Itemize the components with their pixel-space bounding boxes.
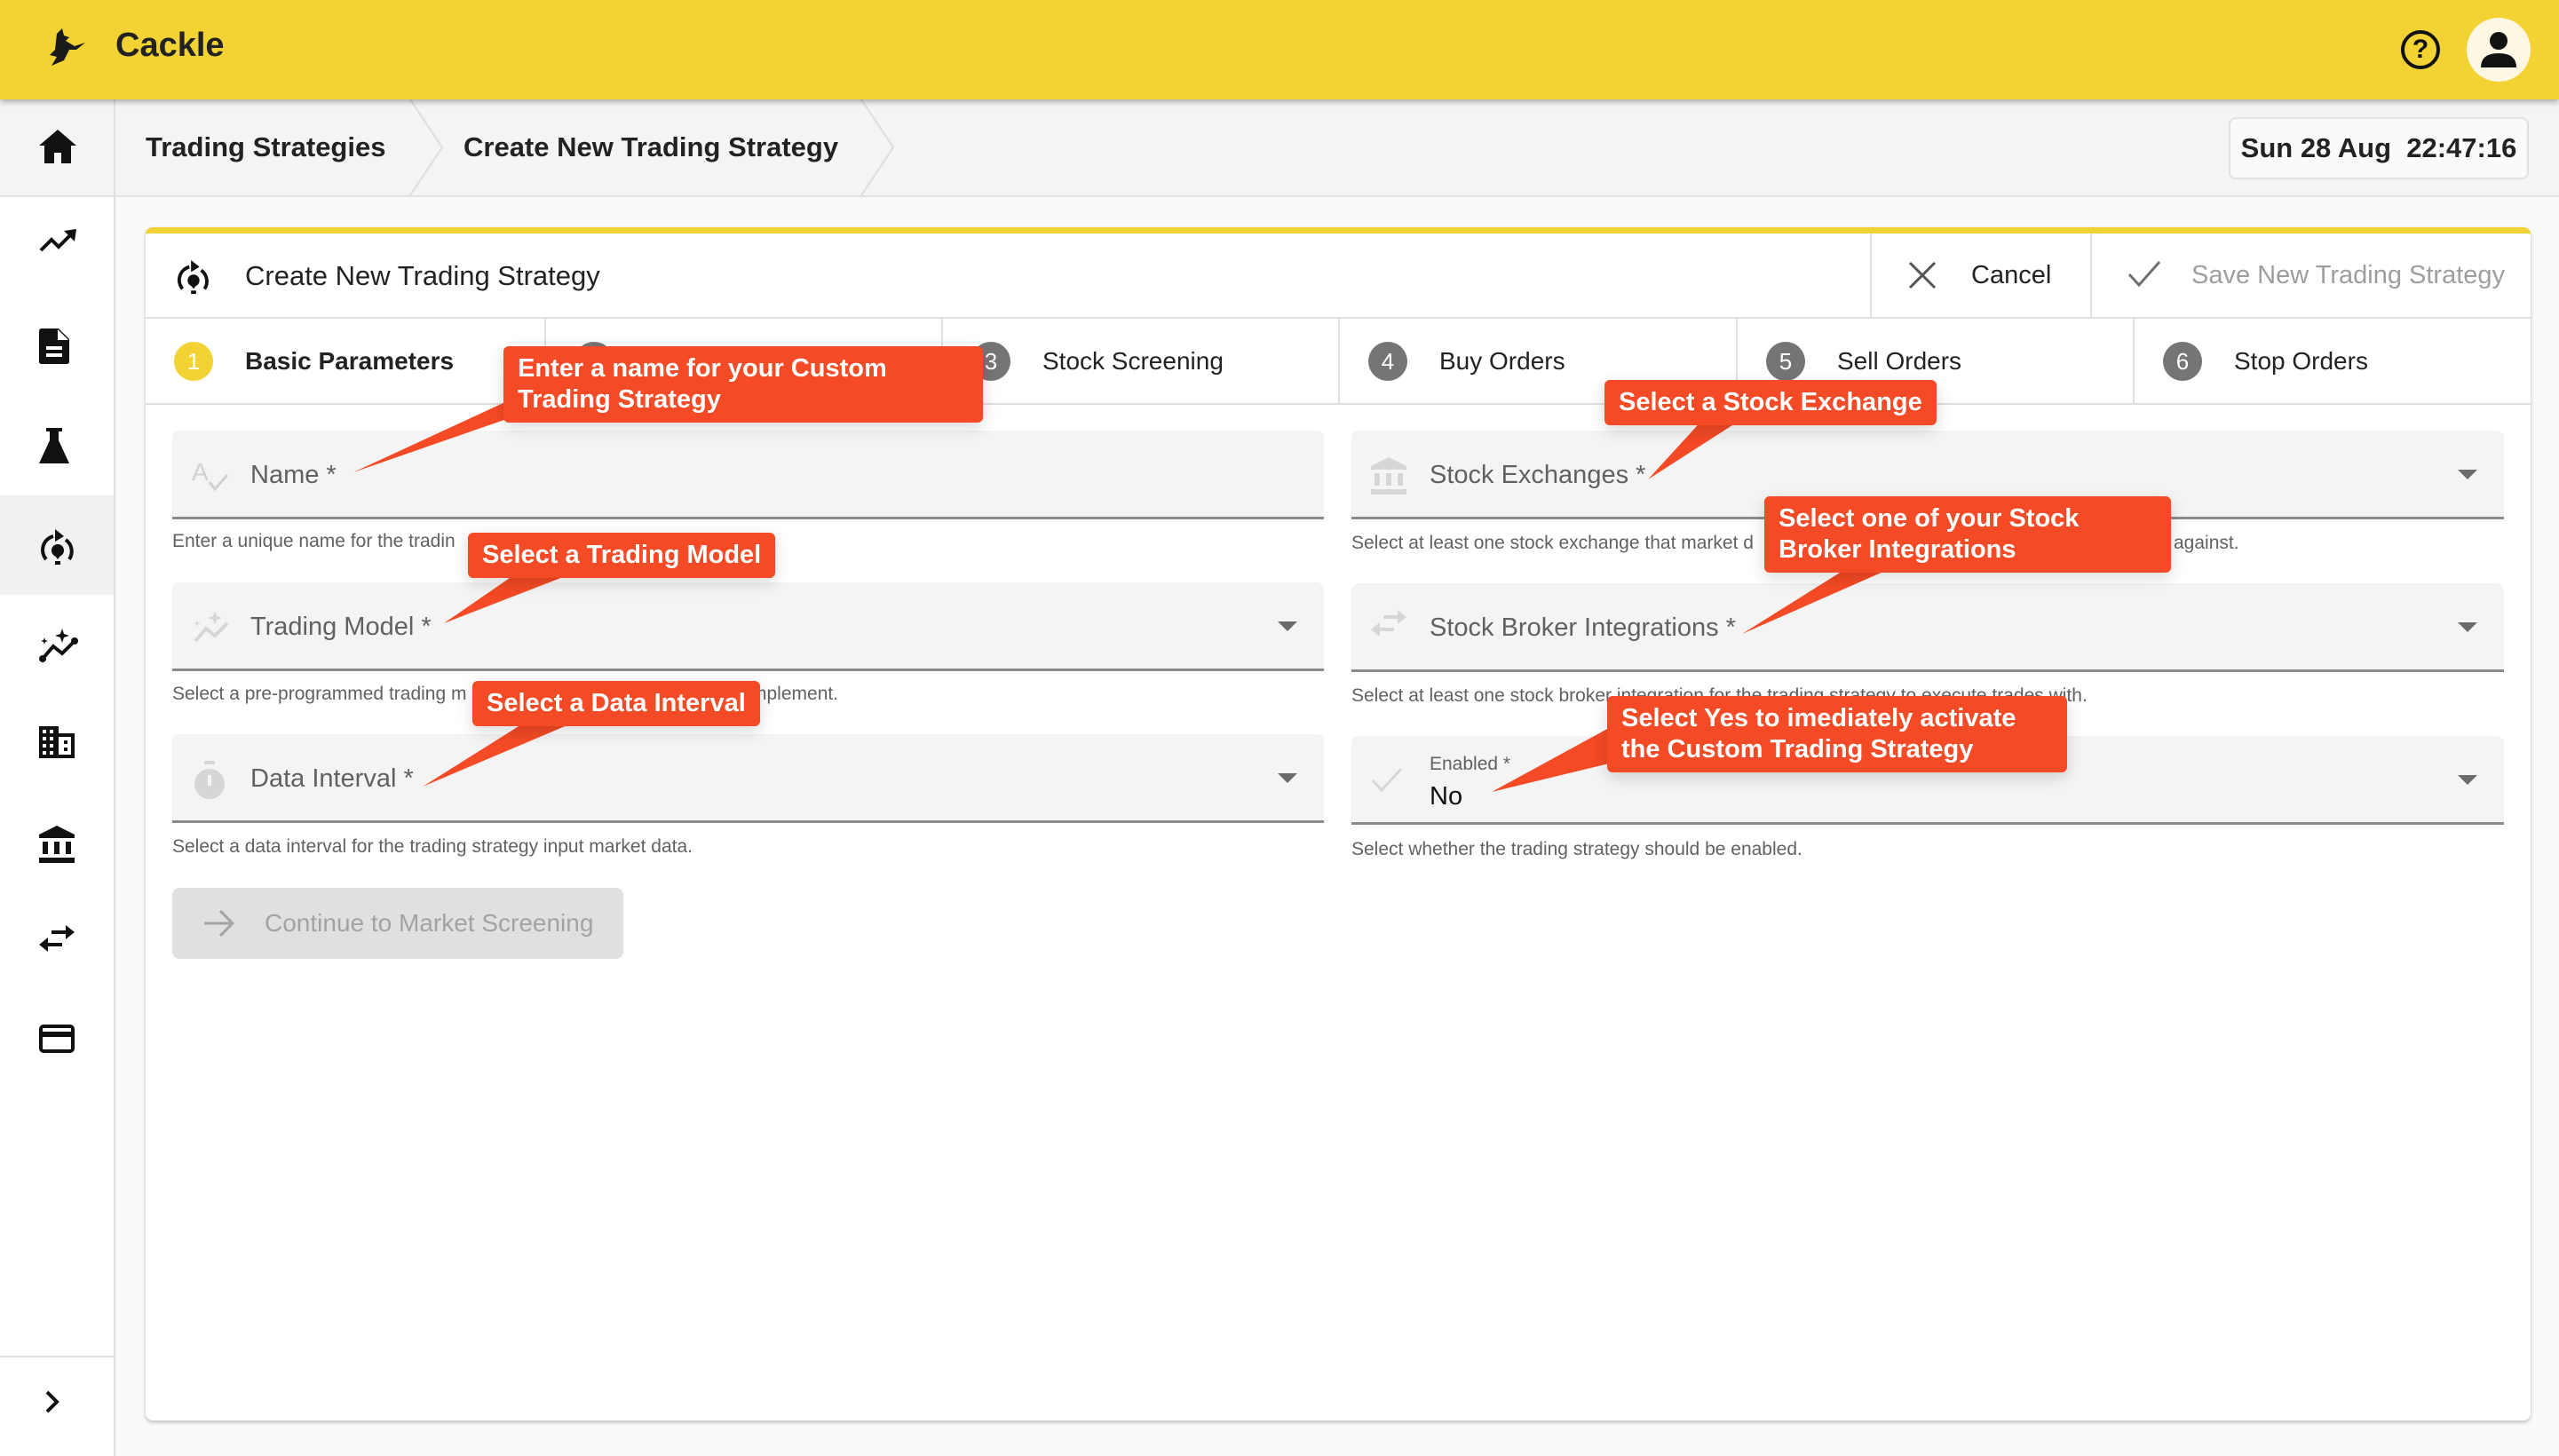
continue-to-market-screening-button[interactable]: Continue to Market Screening <box>172 888 623 959</box>
data-interval-helper-text: Select a data interval for the trading s… <box>172 836 693 857</box>
trading-model-select[interactable]: Trading Model * <box>172 582 1324 671</box>
swap-arrows-icon <box>1371 610 1406 637</box>
ai-chart-sparkle-icon <box>39 629 78 662</box>
sidebar-item-trending[interactable] <box>0 197 114 297</box>
trading-model-helper-text-end: mplement. <box>751 684 839 704</box>
enabled-value: No <box>1430 782 1463 811</box>
flask-icon <box>39 428 69 463</box>
sidebar-item-backtesting[interactable] <box>0 396 114 495</box>
svg-text:A: A <box>192 458 209 486</box>
strategy-lightbulb-cycle-icon <box>178 260 209 295</box>
credit-card-icon <box>39 1025 75 1053</box>
step-number: 6 <box>2163 342 2202 381</box>
cackle-logo-icon[interactable] <box>25 16 92 83</box>
enabled-helper-text: Select whether the trading strategy shou… <box>1351 839 1802 859</box>
breadcrumb-create-new-trading-strategy[interactable]: Create New Trading Strategy <box>463 99 838 195</box>
step-label: Stock Screening <box>1042 347 1224 375</box>
card-title: Create New Trading Strategy <box>245 260 600 291</box>
trading-model-label: Trading Model * <box>250 613 432 641</box>
bank-icon <box>39 826 75 863</box>
breadcrumb-bar: Trading Strategies Create New Trading St… <box>0 99 2559 197</box>
save-label: Save New Trading Strategy <box>2191 261 2506 289</box>
callout-trading-model: Select a Trading Model <box>468 533 776 578</box>
clock-display: Sun 28 Aug 22:47:16 <box>2229 117 2529 179</box>
dropdown-arrow-icon <box>2458 622 2477 632</box>
sidebar-nav <box>0 197 115 1456</box>
dropdown-arrow-icon <box>1278 773 1297 783</box>
callout-data-interval: Select a Data Interval <box>472 681 760 726</box>
dropdown-arrow-icon <box>2458 470 2477 479</box>
ai-chart-sparkle-icon <box>194 611 229 643</box>
enabled-label: Enabled * <box>1430 754 1511 774</box>
breadcrumb-separator-icon <box>409 99 444 195</box>
sidebar-expand-button[interactable] <box>0 1357 114 1456</box>
dropdown-arrow-icon <box>2458 775 2477 785</box>
account-icon <box>2481 32 2516 67</box>
document-icon <box>39 328 69 364</box>
breadcrumb-separator-icon <box>860 99 895 195</box>
step-label: Buy Orders <box>1439 347 1565 375</box>
save-new-trading-strategy-button[interactable]: Save New Trading Strategy <box>2090 233 2531 317</box>
building-icon <box>39 726 75 758</box>
stock-broker-integrations-label: Stock Broker Integrations * <box>1430 613 1736 642</box>
dropdown-arrow-icon <box>1278 621 1297 631</box>
sidebar-item-documents[interactable] <box>0 297 114 396</box>
home-icon <box>39 130 76 163</box>
top-app-bar: Cackle ? <box>0 0 2559 99</box>
arrow-right-icon <box>204 909 235 938</box>
step-label: Basic Parameters <box>245 347 455 375</box>
name-input[interactable]: A Name * <box>172 431 1324 519</box>
strategy-lightbulb-cycle-icon <box>41 529 74 565</box>
sidebar-item-billing[interactable] <box>0 993 114 1092</box>
bank-icon <box>1371 457 1406 495</box>
sidebar-item-stock-broker-integrations[interactable] <box>0 893 114 993</box>
trading-model-helper-text: Select a pre-programmed trading m <box>172 684 467 704</box>
continue-label: Continue to Market Screening <box>265 909 594 937</box>
stock-exchanges-helper-text-end: against. <box>2174 533 2239 553</box>
stock-exchanges-helper-text: Select at least one stock exchange that … <box>1351 533 1754 553</box>
callout-stock-broker: Select one of your Stock Broker Integrat… <box>1764 496 2171 573</box>
help-circle-icon[interactable]: ? <box>2401 30 2440 69</box>
callout-enabled: Select Yes to imediately activate the Cu… <box>1607 696 2067 772</box>
step-label: Stop Orders <box>2234 347 2368 375</box>
sidebar-item-trading-strategies[interactable] <box>0 495 114 595</box>
home-button[interactable] <box>0 99 115 195</box>
check-icon <box>2127 261 2161 288</box>
name-label: Name * <box>250 461 337 489</box>
spellcheck-icon: A <box>192 458 229 492</box>
app-title: Cackle <box>115 27 225 64</box>
sidebar-item-companies[interactable] <box>0 694 114 794</box>
breadcrumb-trading-strategies[interactable]: Trading Strategies <box>146 99 385 195</box>
name-helper-text: Enter a unique name for the tradin <box>172 531 456 551</box>
callout-stock-exchange: Select a Stock Exchange <box>1604 380 1937 425</box>
stopwatch-icon <box>194 761 225 799</box>
card-header: Create New Trading Strategy Cancel Save … <box>146 233 2531 319</box>
account-button[interactable] <box>2467 18 2531 82</box>
step-number: 1 <box>174 342 213 381</box>
sidebar-item-stock-exchanges[interactable] <box>0 794 114 893</box>
step-stop-orders[interactable]: 6 Stop Orders <box>2133 319 2531 403</box>
callout-name: Enter a name for your Custom Trading Str… <box>503 346 983 423</box>
cancel-label: Cancel <box>1971 261 2052 289</box>
chevron-right-icon <box>45 1390 59 1413</box>
stock-broker-integrations-select[interactable]: Stock Broker Integrations * <box>1351 583 2504 672</box>
close-icon <box>1908 261 1937 289</box>
step-stock-screening[interactable]: 3 Stock Screening <box>941 319 1338 403</box>
trending-up-icon <box>39 229 76 252</box>
data-interval-label: Data Interval * <box>250 764 414 793</box>
cancel-button[interactable]: Cancel <box>1870 233 2090 317</box>
step-basic-parameters[interactable]: 1 Basic Parameters <box>146 319 544 403</box>
sidebar-item-trading-models[interactable] <box>0 595 114 694</box>
stock-exchanges-label: Stock Exchanges * <box>1430 461 1646 489</box>
check-icon <box>1371 767 1403 793</box>
step-number: 5 <box>1766 342 1805 381</box>
swap-arrows-icon <box>39 925 75 952</box>
data-interval-select[interactable]: Data Interval * <box>172 734 1324 823</box>
step-number: 4 <box>1368 342 1407 381</box>
